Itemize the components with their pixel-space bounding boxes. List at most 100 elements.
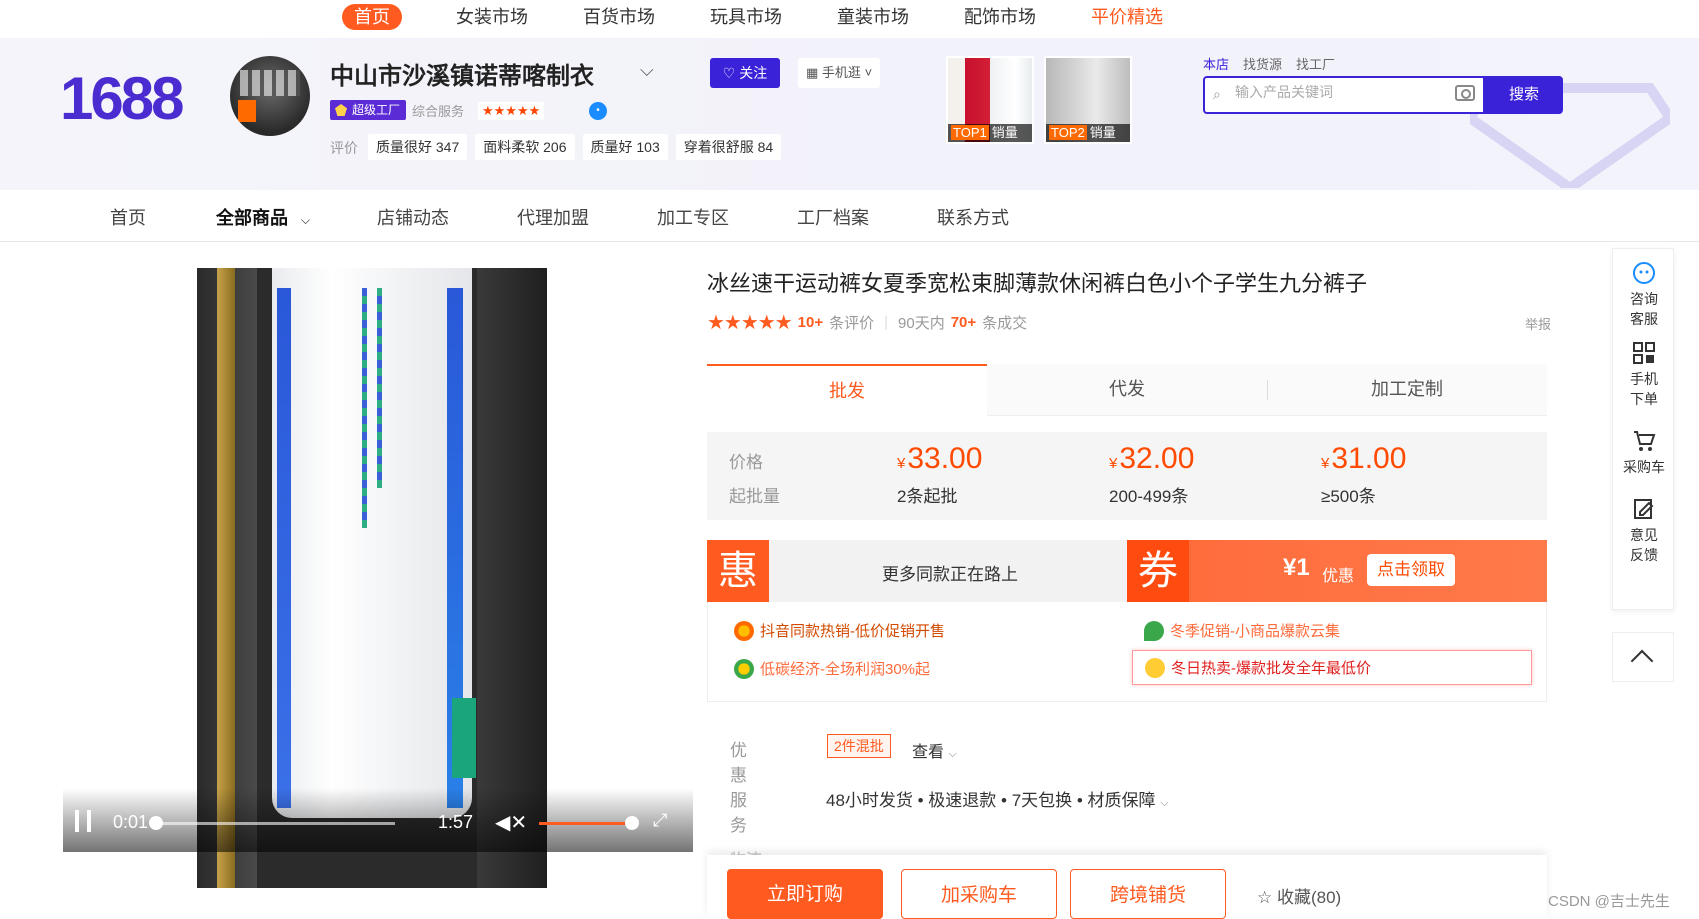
top-product-2[interactable]: TOP2 销量: [1044, 56, 1132, 144]
video-progress-knob[interactable]: [149, 816, 163, 830]
camera-icon[interactable]: [1455, 85, 1475, 101]
shop-nav-factory-profile[interactable]: 工厂档案: [797, 204, 869, 230]
video-progress-track[interactable]: [155, 822, 395, 825]
eval-tag: 质量很好 347: [368, 134, 468, 160]
review-count[interactable]: 10+: [798, 314, 823, 331]
floating-side-bar: 咨询客服 手机下单 采购车 意见反馈: [1612, 248, 1674, 610]
service-details[interactable]: 48小时发货 • 极速退款 • 7天包换 • 材质保障 ⌵: [826, 786, 1169, 811]
search-tab-factories[interactable]: 找工厂: [1296, 54, 1335, 73]
activity-item[interactable]: 冬日热卖-爆款批发全年最低价: [1132, 650, 1532, 685]
back-to-top-button[interactable]: [1612, 632, 1674, 682]
favorite-label: 收藏(80): [1276, 888, 1342, 907]
favorite-button[interactable]: ☆ 收藏(80): [1257, 883, 1341, 908]
activity-text: 抖音同款热销-低价促销开售: [760, 623, 945, 640]
market-womens[interactable]: 女装市场: [456, 4, 528, 30]
market-toys[interactable]: 玩具市场: [710, 4, 782, 30]
chevron-down-icon[interactable]: ⌵: [640, 60, 654, 81]
currency-symbol: ¥: [897, 455, 906, 472]
add-to-cart-button[interactable]: 加采购车: [901, 869, 1057, 919]
search-button[interactable]: 搜索: [1485, 76, 1563, 114]
tier-price: ¥32.00: [1109, 442, 1194, 476]
claim-coupon-button[interactable]: 点击领取: [1367, 554, 1455, 586]
activity-item[interactable]: 抖音同款热销-低价促销开售: [734, 620, 945, 641]
follow-button[interactable]: ♡ 关注: [710, 58, 780, 88]
tier-price-value: 33.00: [907, 442, 983, 475]
super-factory-badge: 超级工厂: [330, 100, 407, 120]
shop-nav-all-products[interactable]: 全部商品 ⌵: [216, 204, 310, 230]
more-similar-text: 更多同款正在路上: [882, 565, 1018, 584]
shop-header: 1688 中山市沙溪镇诺蒂喀制衣 ⌵ ♡ 关注 ▦ 手机逛 ˅ 超级工厂 综合服…: [0, 38, 1699, 190]
evaluation-tags: 质量很好 347 面料柔软 206 质量好 103 穿着很舒服 84: [368, 134, 782, 160]
eval-tag: 质量好 103: [582, 134, 668, 160]
view-discount-link[interactable]: 查看 ⌵: [912, 738, 957, 762]
shop-nav-home[interactable]: 首页: [110, 204, 146, 230]
activity-text: 冬季促销-小商品爆款云集: [1170, 623, 1340, 640]
volume-slider[interactable]: [539, 822, 629, 825]
search-box: ⌕: [1203, 76, 1485, 114]
tab-wholesale[interactable]: 批发: [707, 364, 987, 416]
shop-name[interactable]: 中山市沙溪镇诺蒂喀制衣: [330, 56, 594, 91]
shop-nav-agency[interactable]: 代理加盟: [517, 204, 589, 230]
cross-border-button[interactable]: 跨境铺货: [1070, 869, 1226, 919]
bear-icon: [1145, 657, 1165, 678]
site-logo[interactable]: 1688: [60, 64, 184, 133]
eval-tag: 面料柔软 206: [475, 134, 575, 160]
chevron-up-icon: [1630, 649, 1654, 673]
divider: |: [884, 314, 889, 331]
activity-item[interactable]: 低碳经济-全场利润30%起: [734, 658, 930, 679]
shop-nav-contact[interactable]: 联系方式: [937, 204, 1009, 230]
shop-nav-processing[interactable]: 加工专区: [657, 204, 729, 230]
market-general[interactable]: 百货市场: [583, 4, 655, 30]
side-feedback[interactable]: 意见反馈: [1613, 497, 1675, 565]
side-item-label: 意见反馈: [1630, 527, 1658, 563]
market-accessories[interactable]: 配饰市场: [964, 4, 1036, 30]
report-link[interactable]: 举报: [1525, 314, 1551, 333]
top-product-1[interactable]: TOP1 销量: [946, 56, 1034, 144]
top-rank: TOP2: [1049, 125, 1087, 140]
side-purchase-cart[interactable]: 采购车: [1613, 429, 1675, 477]
mute-icon[interactable]: ◀✕: [495, 810, 527, 835]
follow-label: 关注: [739, 65, 768, 81]
activity-item[interactable]: 冬季促销-小商品爆款云集: [1144, 620, 1340, 641]
evaluation-label: 评价: [330, 140, 358, 156]
search-scope-tabs: 本店 找货源 找工厂: [1203, 54, 1335, 73]
order-now-button[interactable]: 立即订购: [727, 869, 883, 919]
moq-label: 起批量: [729, 487, 780, 507]
market-bargain[interactable]: 平价精选: [1091, 4, 1163, 30]
tab-dropship[interactable]: 代发: [987, 364, 1267, 416]
market-home[interactable]: 首页: [342, 4, 402, 30]
wangwang-chat-icon[interactable]: •: [589, 102, 607, 120]
top-rank-label: 销量: [991, 125, 1018, 140]
star-outline-icon: ☆: [1257, 888, 1273, 907]
product-title: 冰丝速干运动裤女夏季宽松束脚薄款休闲裤白色小个子学生九分裤子: [707, 272, 1368, 297]
service-label: 服务: [730, 791, 747, 836]
top-rank: TOP1: [951, 125, 989, 140]
discount-label: 优惠: [730, 741, 747, 786]
side-mobile-order[interactable]: 手机下单: [1613, 341, 1675, 409]
coupon-unit: 优惠: [1322, 568, 1355, 585]
cart-icon: [1634, 431, 1656, 451]
coupon-banner: 券 ¥1 优惠 点击领取: [1127, 540, 1547, 602]
composite-rating-stars: ★★★★★: [478, 102, 545, 120]
shop-nav-updates[interactable]: 店铺动态: [377, 204, 449, 230]
side-item-label: 咨询客服: [1630, 291, 1658, 327]
volume-knob[interactable]: [625, 816, 639, 830]
search-tab-sources[interactable]: 找货源: [1243, 54, 1282, 73]
shop-nav: 首页 全部商品 ⌵ 店铺动态 代理加盟 加工专区 工厂档案 联系方式: [0, 190, 1699, 242]
heart-icon: ♡: [722, 65, 736, 81]
rating-stars: ★★★★★: [707, 312, 793, 334]
search-input[interactable]: [1235, 84, 1435, 100]
more-similar-banner[interactable]: 惠 更多同款正在路上: [707, 540, 1127, 602]
currency-symbol: ¥: [1321, 455, 1330, 472]
activity-text: 低碳经济-全场利润30%起: [760, 661, 931, 678]
search-tab-this-shop[interactable]: 本店: [1203, 54, 1229, 73]
tier-moq: 200-499条: [1109, 487, 1189, 506]
market-kids[interactable]: 童装市场: [837, 4, 909, 30]
tab-custom-processing[interactable]: 加工定制: [1267, 364, 1547, 416]
fullscreen-icon[interactable]: ⤢: [653, 810, 667, 831]
pause-icon[interactable]: [75, 810, 91, 832]
mobile-shop-button[interactable]: ▦ 手机逛 ˅: [798, 58, 881, 88]
tier-price: ¥33.00: [897, 442, 982, 476]
shop-avatar[interactable]: [230, 56, 310, 136]
side-customer-service[interactable]: 咨询客服: [1613, 261, 1675, 329]
